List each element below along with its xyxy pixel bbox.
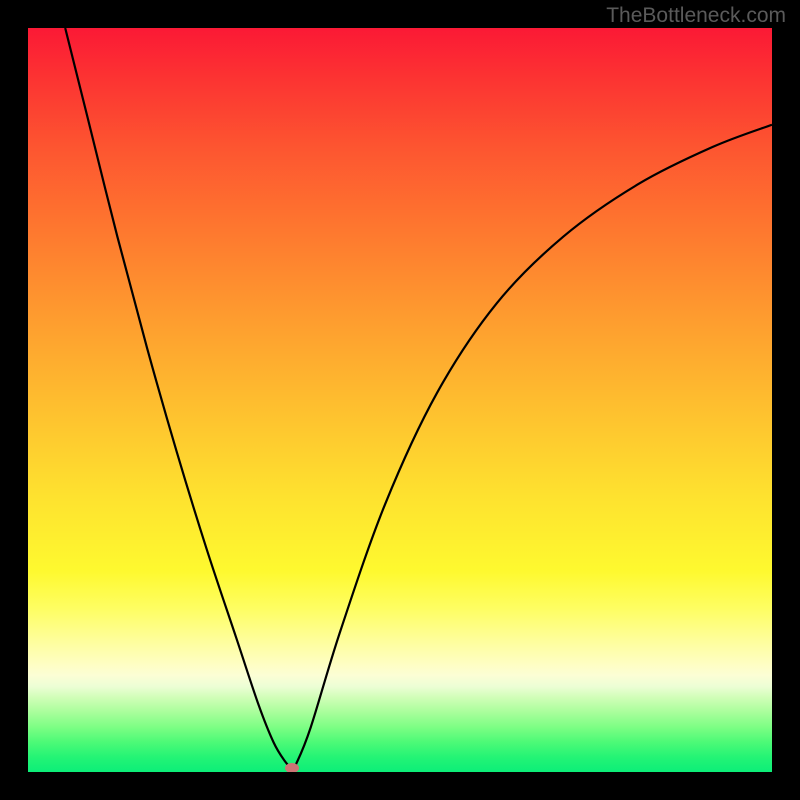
curve-svg (28, 28, 772, 772)
minimum-marker (285, 763, 299, 772)
watermark-text: TheBottleneck.com (606, 4, 786, 28)
plot-area (28, 28, 772, 772)
bottleneck-curve (65, 28, 772, 769)
